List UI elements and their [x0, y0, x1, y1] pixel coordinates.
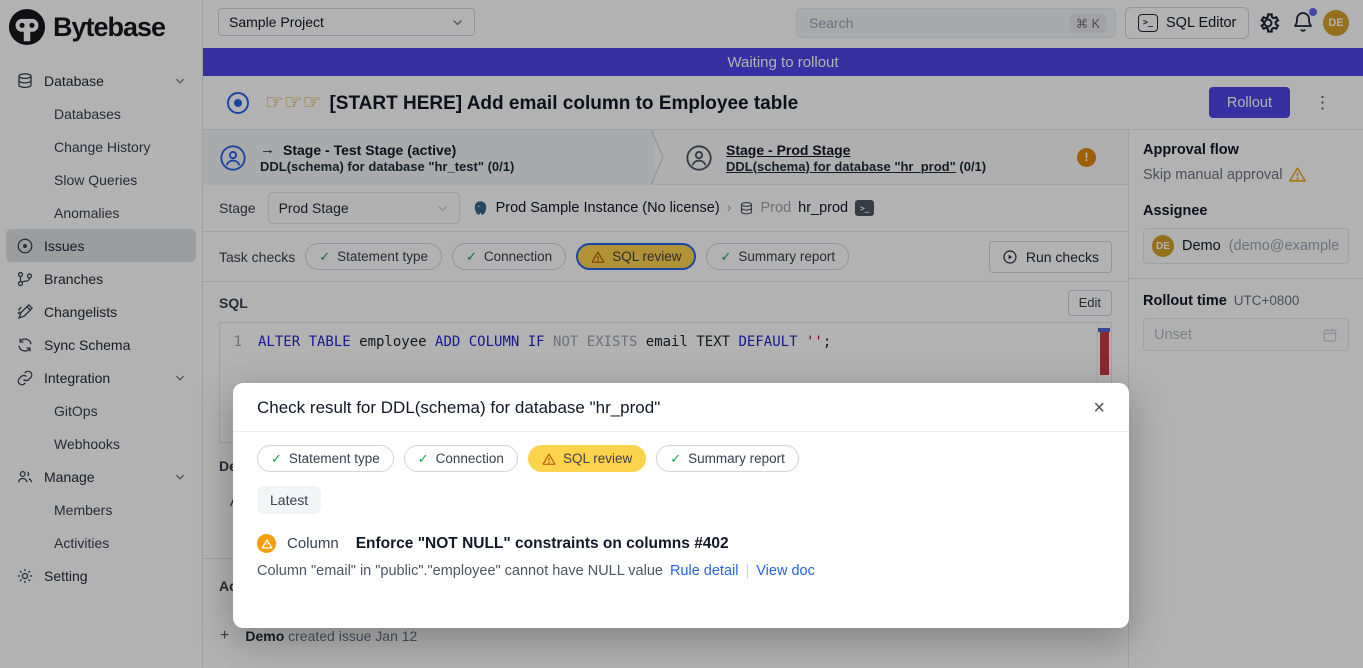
check-result-modal: Check result for DDL(schema) for databas…: [233, 383, 1129, 628]
close-icon[interactable]: ×: [1093, 398, 1105, 418]
finding-warning-icon: [257, 534, 276, 553]
modal-check-pill-statement-type[interactable]: ✓ Statement type: [257, 445, 394, 472]
check-pill-label: Connection: [436, 451, 504, 466]
finding-rule-title: Enforce "NOT NULL" constraints on column…: [356, 535, 729, 553]
finding-detail: Column "email" in "public"."employee" ca…: [257, 563, 1105, 579]
check-warning-icon: [542, 452, 556, 466]
modal-header: Check result for DDL(schema) for databas…: [233, 383, 1129, 431]
modal-check-pill-connection[interactable]: ✓ Connection: [404, 445, 518, 472]
modal-check-pill-summary-report[interactable]: ✓ Summary report: [656, 445, 799, 472]
finding-row: Column Enforce "NOT NULL" constraints on…: [257, 534, 1105, 553]
check-pass-icon: ✓: [418, 451, 429, 467]
latest-badge[interactable]: Latest: [257, 486, 321, 514]
check-pill-label: Summary report: [688, 451, 785, 466]
bytebase-app: Bytebase Database Databases Change Histo…: [0, 0, 1363, 668]
check-pass-icon: ✓: [670, 451, 681, 467]
rule-detail-link[interactable]: Rule detail: [670, 563, 739, 579]
modal-title: Check result for DDL(schema) for databas…: [257, 398, 660, 418]
modal-check-pill-sql-review[interactable]: SQL review: [528, 445, 646, 472]
check-pass-icon: ✓: [271, 451, 282, 467]
link-separator: |: [745, 563, 749, 579]
modal-check-tabs: ✓ Statement type ✓ Connection SQL review ✓…: [233, 432, 1129, 472]
finding-detail-text: Column "email" in "public"."employee" ca…: [257, 563, 663, 579]
view-doc-link[interactable]: View doc: [756, 563, 815, 579]
check-pill-label: Statement type: [289, 451, 380, 466]
finding-category: Column: [287, 535, 339, 552]
check-pill-label: SQL review: [563, 451, 632, 466]
